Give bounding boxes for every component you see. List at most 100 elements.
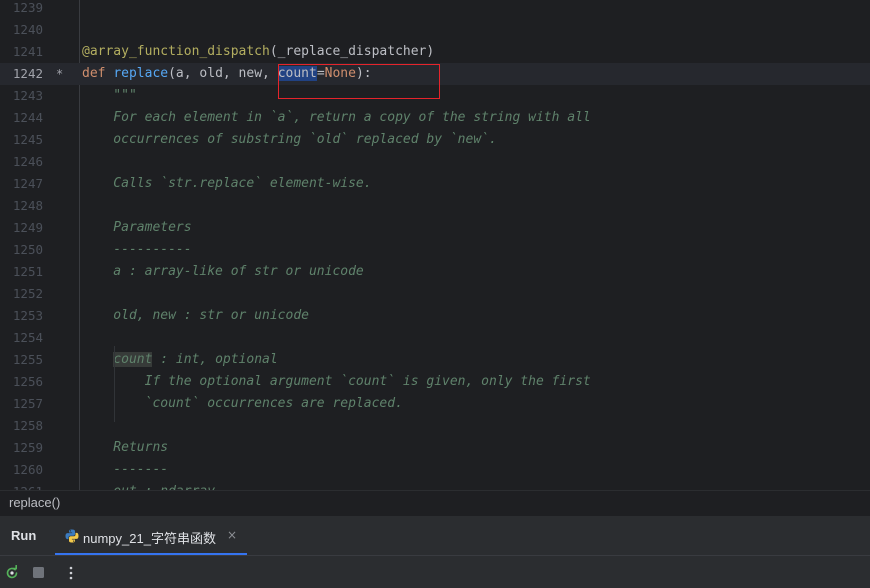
line-number: 1251 xyxy=(12,264,43,279)
code-line[interactable]: 1247 Calls `str.replace` element-wise. xyxy=(0,173,870,195)
code-token: ------- xyxy=(82,462,169,477)
line-number: 1261 xyxy=(0,481,43,490)
code-line[interactable]: 1246 xyxy=(0,151,870,173)
code-line[interactable]: 1261 out : ndarray xyxy=(0,481,870,490)
breadcrumb: replace() xyxy=(0,490,870,515)
line-number: 1242 xyxy=(12,66,43,81)
line-number: 1246 xyxy=(12,154,43,169)
line-number: 1256 xyxy=(12,374,43,389)
stop-icon[interactable] xyxy=(32,565,46,581)
code-line[interactable]: 1245 occurrences of substring `old` repl… xyxy=(0,129,870,151)
code-token: old, new : str or unicode xyxy=(82,308,309,323)
line-number: 1249 xyxy=(12,220,43,235)
code-line[interactable]: 1255 count : int, optional xyxy=(0,349,870,371)
code-line[interactable]: 1251 a : array-like of str or unicode xyxy=(0,261,870,283)
code-line[interactable]: 1243 """ xyxy=(0,85,870,107)
code-token: For each element in `a`, return a copy o… xyxy=(82,110,591,125)
code-token: """ xyxy=(82,88,137,103)
code-text: """ xyxy=(82,85,137,107)
code-line[interactable]: 1259 Returns xyxy=(0,437,870,459)
code-token: ): xyxy=(355,66,372,81)
code-token: @array_function_dispatch xyxy=(82,44,270,59)
code-text: old, new : str or unicode xyxy=(82,305,309,327)
line-number: 1248 xyxy=(12,198,43,213)
line-number: 1259 xyxy=(12,440,43,455)
code-line[interactable]: 1250 ---------- xyxy=(0,239,870,261)
code-line[interactable]: 1260 ------- xyxy=(0,459,870,481)
python-icon xyxy=(65,529,79,543)
line-number: 1260 xyxy=(12,462,43,477)
code-text: def replace(a, old, new, count=None): xyxy=(82,63,372,85)
indent-guide xyxy=(114,346,115,422)
code-line[interactable]: 1241 @array_function_dispatch(_replace_di… xyxy=(0,41,870,63)
code-token: Calls `str.replace` element-wise. xyxy=(82,176,372,191)
code-token: def xyxy=(82,66,114,81)
code-text: If the optional argument `count` is give… xyxy=(82,371,591,393)
code-token: `count` occurrences are replaced. xyxy=(82,396,403,411)
line-number: 1254 xyxy=(12,330,43,345)
code-text: @array_function_dispatch(_replace_dispat… xyxy=(82,41,434,63)
line-number: 1255 xyxy=(12,352,43,367)
line-number: 1250 xyxy=(12,242,43,257)
close-icon[interactable]: × xyxy=(227,528,237,542)
line-number: 1245 xyxy=(12,132,43,147)
line-number: 1247 xyxy=(12,176,43,191)
code-token: (a, old, new, xyxy=(168,66,278,81)
line-number: 1253 xyxy=(12,308,43,323)
code-line[interactable]: 1239 xyxy=(0,0,870,19)
line-number: 1243 xyxy=(12,88,43,103)
code-text: occurrences of substring `old` replaced … xyxy=(82,129,497,151)
code-token: ---------- xyxy=(82,242,192,257)
run-toolbar xyxy=(0,555,870,588)
code-text: `count` occurrences are replaced. xyxy=(82,393,403,415)
code-token: occurrences of substring `old` replaced … xyxy=(82,132,497,147)
code-line[interactable]: 1244 For each element in `a`, return a c… xyxy=(0,107,870,129)
code-token: count xyxy=(113,352,153,367)
line-number: 1252 xyxy=(12,286,43,301)
line-number: 1241 xyxy=(12,44,43,59)
code-text: Parameters xyxy=(82,217,192,239)
code-text: Returns xyxy=(82,437,168,459)
more-options-icon[interactable] xyxy=(67,565,75,581)
code-line[interactable]: 1254 xyxy=(0,327,870,349)
tab-label: numpy_21_字符串函数 xyxy=(83,531,216,546)
code-token: None xyxy=(324,66,356,81)
code-line[interactable]: 1253 old, new : str or unicode xyxy=(0,305,870,327)
code-text: For each element in `a`, return a copy o… xyxy=(82,107,591,129)
rerun-icon[interactable] xyxy=(4,565,20,581)
code-text: count : int, optional xyxy=(82,349,278,371)
code-line[interactable]: 1257 `count` occurrences are replaced. xyxy=(0,393,870,415)
code-token: Parameters xyxy=(82,220,192,235)
code-token: If the optional argument `count` is give… xyxy=(82,374,591,389)
code-line[interactable]: 1256 If the optional argument `count` is… xyxy=(0,371,870,393)
code-line[interactable]: 1248 xyxy=(0,195,870,217)
code-token: Returns xyxy=(82,440,169,455)
code-token: : int, optional xyxy=(152,352,278,367)
code-text: ---------- xyxy=(82,239,192,261)
code-token: a : array-like of str or unicode xyxy=(82,264,364,279)
code-line[interactable]: 1242 * def replace(a, old, new, count=None… xyxy=(0,63,870,85)
code-token: = xyxy=(316,66,325,81)
modified-marker: * xyxy=(56,67,64,81)
code-token: replace xyxy=(113,66,169,81)
code-editor[interactable]: 1239 1240 1241 @array_function_dispatch(_re… xyxy=(0,0,870,490)
code-token: (_replace_dispatcher) xyxy=(269,44,435,59)
code-line[interactable]: 1249 Parameters xyxy=(0,217,870,239)
run-panel-header: Run numpy_21_字符串函数 × xyxy=(0,515,870,555)
line-number: 1239 xyxy=(12,0,43,15)
line-number: 1240 xyxy=(12,22,43,37)
code-text: out : ndarray xyxy=(82,481,215,490)
code-text: a : array-like of str or unicode xyxy=(82,261,364,283)
line-number: 1258 xyxy=(12,418,43,433)
code-line[interactable]: 1252 xyxy=(0,283,870,305)
code-line[interactable]: 1240 xyxy=(0,19,870,41)
code-line[interactable]: 1258 xyxy=(0,415,870,437)
code-text: ------- xyxy=(82,459,168,481)
breadcrumb-item[interactable]: replace() xyxy=(9,495,60,510)
run-panel-title: Run xyxy=(11,528,37,543)
line-number: 1244 xyxy=(12,110,43,125)
line-number: 1257 xyxy=(12,396,43,411)
code-token: count xyxy=(277,66,317,81)
tab-run-config[interactable]: numpy_21_字符串函数 × xyxy=(55,516,247,556)
